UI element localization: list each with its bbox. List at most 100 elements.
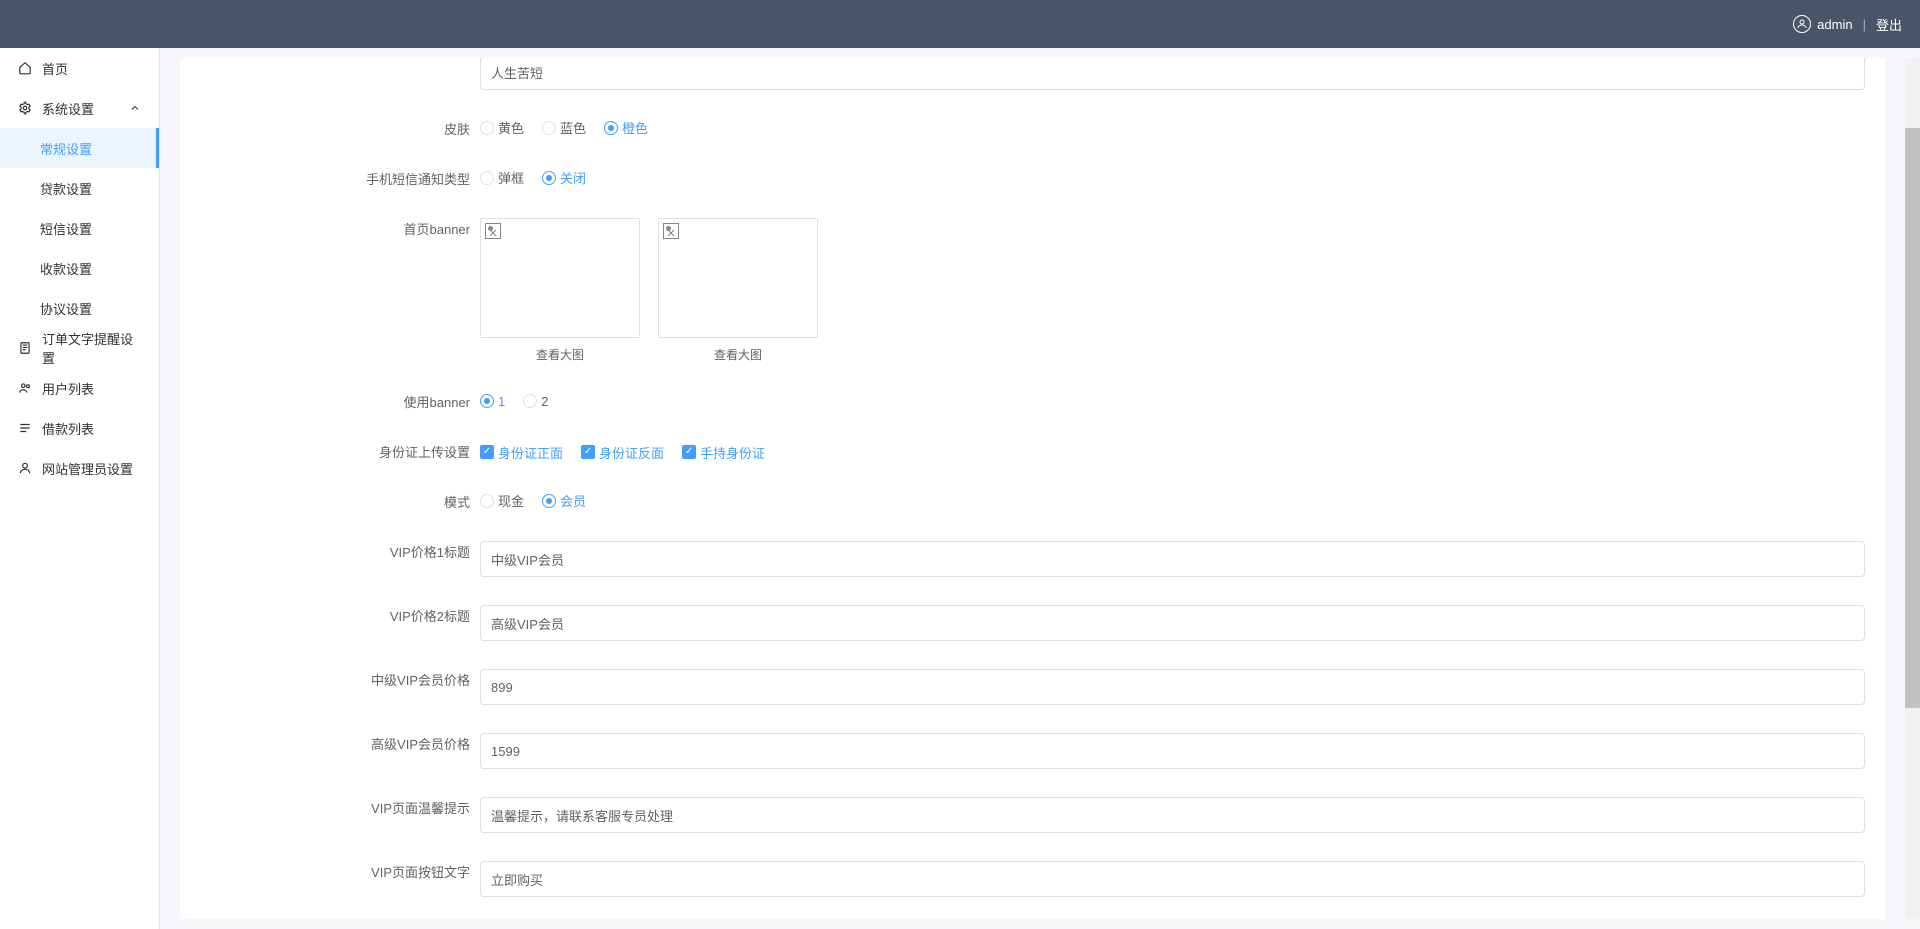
banner-thumb-2: 查看大图 [658, 218, 818, 363]
sidebar: 首页 系统设置 常规设置 贷款设置 短信设置 收款设置 协议设置 订单文字提醒设… [0, 48, 160, 929]
users-icon [18, 381, 32, 395]
sidebar-item-label: 借款列表 [42, 419, 94, 438]
field-label-mid-vip-price: 中级VIP会员价格 [180, 663, 480, 691]
high-vip-price-input[interactable] [480, 733, 1865, 769]
vip2-title-input[interactable] [480, 605, 1865, 641]
form-row-hidden-top [180, 58, 1885, 90]
sidebar-item-user-list[interactable]: 用户列表 [0, 368, 159, 408]
radio-sms-close[interactable]: 关闭 [542, 168, 586, 187]
app-header: admin | 登出 [0, 0, 1920, 48]
home-icon [18, 61, 32, 75]
banner-thumb-1: 查看大图 [480, 218, 640, 363]
form-row-id-upload: 身份证上传设置 身份证正面 身份证反面 手持身份证 [180, 435, 1885, 463]
radio-label: 关闭 [560, 168, 586, 187]
radio-label: 橙色 [622, 118, 648, 137]
sidebar-item-home[interactable]: 首页 [0, 48, 159, 88]
checkbox-label: 身份证正面 [498, 443, 563, 462]
sidebar-item-label: 首页 [42, 59, 68, 78]
sidebar-item-admin[interactable]: 网站管理员设置 [0, 448, 159, 488]
sidebar-item-system[interactable]: 系统设置 [0, 88, 159, 128]
form-row-mode: 模式 现金 会员 [180, 485, 1885, 513]
sidebar-item-label: 收款设置 [40, 259, 92, 278]
field-label-skin: 皮肤 [180, 112, 480, 140]
form-row-mid-vip-price: 中级VIP会员价格 [180, 663, 1885, 705]
broken-image-icon [663, 223, 679, 239]
mid-vip-price-input[interactable] [480, 669, 1865, 705]
radio-skin-blue[interactable]: 蓝色 [542, 118, 586, 137]
sidebar-item-order-text[interactable]: 订单文字提醒设置 [0, 328, 159, 368]
list-icon [18, 421, 32, 435]
radio-label: 会员 [560, 491, 586, 510]
sidebar-item-label: 系统设置 [42, 99, 94, 118]
form-panel: 皮肤 黄色 蓝色 橙色 手机短信通知类型 弹框 关闭 [180, 58, 1885, 919]
radio-sms-popup[interactable]: 弹框 [480, 168, 524, 187]
sidebar-item-loan-settings[interactable]: 贷款设置 [0, 168, 159, 208]
form-row-vip1-title: VIP价格1标题 [180, 535, 1885, 577]
banner-image-1[interactable] [480, 218, 640, 338]
vip-tip-input[interactable] [480, 797, 1865, 833]
form-row-vip-btn: VIP页面按钮文字 [180, 855, 1885, 897]
sidebar-item-agreement-settings[interactable]: 协议设置 [0, 288, 159, 328]
form-row-skin: 皮肤 黄色 蓝色 橙色 [180, 112, 1885, 140]
form-row-high-vip-price: 高级VIP会员价格 [180, 727, 1885, 769]
sidebar-submenu-system: 常规设置 贷款设置 短信设置 收款设置 协议设置 [0, 128, 159, 328]
user-icon [18, 461, 32, 475]
radio-mode-cash[interactable]: 现金 [480, 491, 524, 510]
sidebar-item-label: 短信设置 [40, 219, 92, 238]
sidebar-item-label: 网站管理员设置 [42, 459, 133, 478]
field-label-use-banner: 使用banner [180, 385, 480, 413]
form-row-vip2-title: VIP价格2标题 [180, 599, 1885, 641]
radio-skin-orange[interactable]: 橙色 [604, 118, 648, 137]
vip1-title-input[interactable] [480, 541, 1865, 577]
field-label-vip-btn: VIP页面按钮文字 [180, 855, 480, 883]
field-label-banner: 首页banner [180, 212, 480, 240]
field-label-vip1-title: VIP价格1标题 [180, 535, 480, 563]
sidebar-item-label: 贷款设置 [40, 179, 92, 198]
sidebar-item-label: 常规设置 [40, 139, 92, 158]
field-label-id-upload: 身份证上传设置 [180, 435, 480, 463]
chevron-up-icon [129, 102, 141, 114]
radio-label: 蓝色 [560, 118, 586, 137]
checkbox-id-front[interactable]: 身份证正面 [480, 443, 563, 462]
logout-link[interactable]: 登出 [1876, 15, 1902, 34]
view-large-link-2[interactable]: 查看大图 [658, 346, 818, 363]
checkbox-id-hand[interactable]: 手持身份证 [682, 443, 765, 462]
mode-radio-group: 现金 会员 [480, 491, 586, 510]
user-avatar-icon [1793, 15, 1811, 33]
field-label-mode: 模式 [180, 485, 480, 513]
scrollbar-thumb[interactable] [1905, 128, 1920, 708]
use-banner-radio-group: 1 2 [480, 394, 548, 409]
radio-label: 现金 [498, 491, 524, 510]
checkbox-label: 手持身份证 [700, 443, 765, 462]
radio-mode-member[interactable]: 会员 [542, 491, 586, 510]
sidebar-item-loan-list[interactable]: 借款列表 [0, 408, 159, 448]
sidebar-item-label: 用户列表 [42, 379, 94, 398]
radio-label: 弹框 [498, 168, 524, 187]
field-label-vip-tip: VIP页面温馨提示 [180, 791, 480, 819]
skin-radio-group: 黄色 蓝色 橙色 [480, 118, 648, 137]
field-label-high-vip-price: 高级VIP会员价格 [180, 727, 480, 755]
gear-icon [18, 101, 32, 115]
radio-label: 黄色 [498, 118, 524, 137]
sidebar-item-sms-settings[interactable]: 短信设置 [0, 208, 159, 248]
checkbox-id-back[interactable]: 身份证反面 [581, 443, 664, 462]
sidebar-item-collect-settings[interactable]: 收款设置 [0, 248, 159, 288]
top-cut-input[interactable] [480, 58, 1865, 90]
view-large-link-1[interactable]: 查看大图 [480, 346, 640, 363]
banner-image-2[interactable] [658, 218, 818, 338]
checkbox-label: 身份证反面 [599, 443, 664, 462]
main-content: 皮肤 黄色 蓝色 橙色 手机短信通知类型 弹框 关闭 [160, 48, 1920, 929]
sidebar-item-general-settings[interactable]: 常规设置 [0, 128, 159, 168]
username-label[interactable]: admin [1817, 17, 1852, 32]
radio-banner-1[interactable]: 1 [480, 394, 505, 409]
vip-btn-input[interactable] [480, 861, 1865, 897]
radio-label: 1 [498, 394, 505, 409]
scrollbar-track[interactable] [1905, 58, 1920, 919]
form-row-use-banner: 使用banner 1 2 [180, 385, 1885, 413]
sms-type-radio-group: 弹框 关闭 [480, 168, 586, 187]
sidebar-item-label: 协议设置 [40, 299, 92, 318]
header-separator: | [1863, 17, 1866, 32]
radio-banner-2[interactable]: 2 [523, 394, 548, 409]
field-label-vip2-title: VIP价格2标题 [180, 599, 480, 627]
radio-skin-yellow[interactable]: 黄色 [480, 118, 524, 137]
